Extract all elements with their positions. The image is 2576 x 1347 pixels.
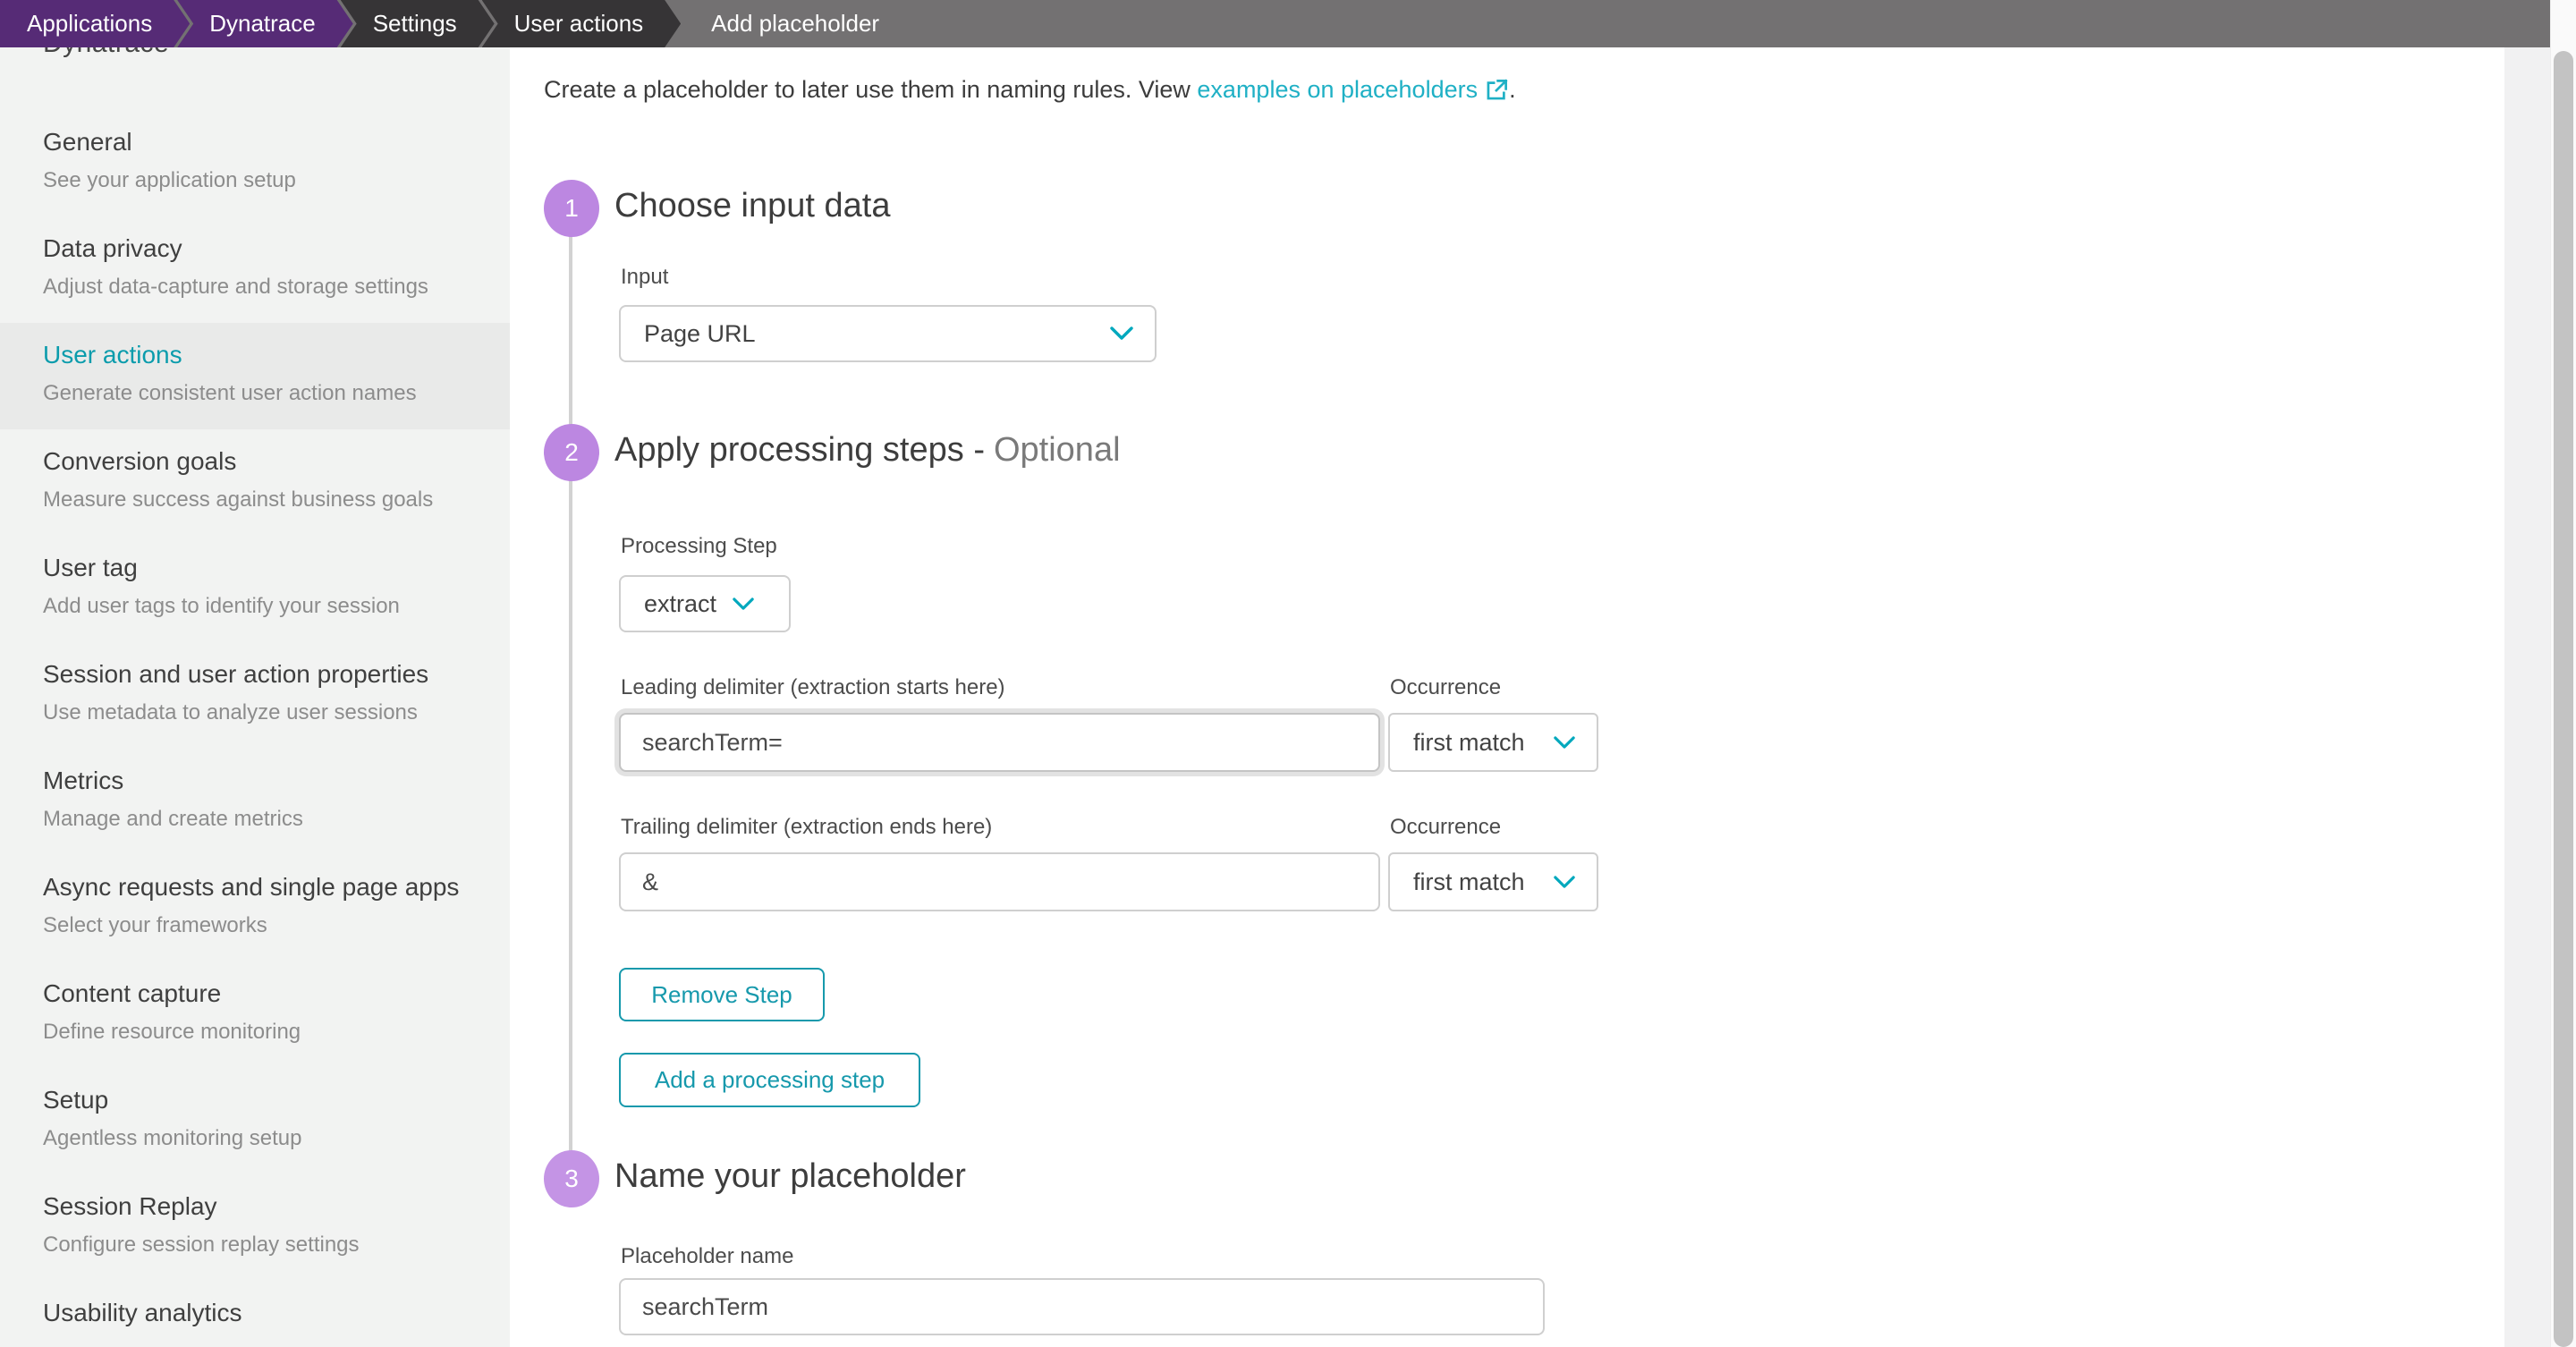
occurrence-select-1[interactable]: first match [1388,713,1598,772]
sidebar-item-user-actions[interactable]: User actions Generate consistent user act… [0,323,510,429]
breadcrumb-item-label: Dynatrace [209,10,316,37]
sidebar-item-title: Usability analytics [43,1299,242,1326]
sidebar-item-title: Conversion goals [43,447,237,475]
sidebar-header-clipped: Dynatrace [43,47,169,63]
processing-step-label: Processing Step [621,534,777,558]
sidebar-item-metrics[interactable]: Metrics Manage and create metrics [0,749,510,855]
settings-sidebar: Dynatrace General See your application se… [0,47,510,1347]
sidebar-item-title: Metrics [43,767,124,794]
occurrence-label-1: Occurrence [1390,675,1502,699]
sidebar-item-subtitle: Add user tags to identify your session [43,594,400,618]
sidebar-item-subtitle: See your application setup [43,168,296,192]
occurrence-label-2: Occurrence [1390,815,1502,839]
examples-link-label: examples on placeholders [1197,76,1479,103]
sidebar-item-title: Setup [43,1086,109,1114]
occurrence-value-2: first match [1413,868,1525,895]
sidebar-item-subtitle: Measure success against business goals [43,487,434,512]
sidebar-item-title: Session Replay [43,1192,217,1220]
step-connector-line [569,208,572,1178]
step-3-heading: Name your placeholder [614,1157,966,1196]
occurrence-value-1: first match [1413,728,1525,756]
scrollbar-thumb[interactable] [2554,51,2573,1347]
step-2-badge: 2 [544,424,599,481]
chevron-down-icon [1110,326,1133,340]
add-processing-step-button[interactable]: Add a processing step [619,1053,920,1107]
sidebar-item-async-requests-and-single-page-apps[interactable]: Async requests and single page apps Selec… [0,855,510,962]
step-1-heading: Choose input data [614,187,890,225]
leading-delimiter-label: Leading delimiter (extraction starts her… [621,675,1005,699]
sidebar-item-session-replay[interactable]: Session Replay Configure session replay s… [0,1174,510,1281]
add-placeholder-panel: Create a placeholder to later use them i… [510,47,2504,1347]
chevron-down-icon [1554,735,1575,749]
step-3-number: 3 [564,1165,579,1192]
breadcrumb: Applications Dynatrace Settings User action… [0,0,2551,47]
sidebar-item-title: Content capture [43,979,222,1007]
remove-step-button[interactable]: Remove Step [619,968,825,1021]
occurrence-select-2[interactable]: first match [1388,852,1598,911]
step-1-badge: 1 [544,180,599,237]
breadcrumb-item-settings[interactable]: Settings [341,0,495,47]
sidebar-item-conversion-goals[interactable]: Conversion goals Measure success against … [0,429,510,536]
sidebar-item-title: User actions [43,341,182,369]
input-label: Input [621,265,669,289]
sidebar-item-subtitle: Agentless monitoring setup [43,1126,302,1150]
leading-delimiter-input[interactable] [619,713,1380,772]
sidebar-item-title: General [43,128,132,156]
sidebar-item-subtitle: Use metadata to analyze user sessions [43,700,418,724]
sidebar-nav-list: General See your application setup Data pr… [0,110,510,1347]
sidebar-item-content-capture[interactable]: Content capture Define resource monitorin… [0,962,510,1068]
step-2-title: Apply processing steps - [614,431,985,469]
sidebar-item-subtitle: Define resource monitoring [43,1020,301,1044]
breadcrumb-item-label: Applications [27,10,153,37]
sidebar-item-subtitle: Adjust data-capture and storage settings [43,275,428,299]
trailing-delimiter-label: Trailing delimiter (extraction ends here… [621,815,993,839]
sidebar-item-subtitle: Manage and create metrics [43,807,303,831]
sidebar-item-setup[interactable]: Setup Agentless monitoring setup [0,1068,510,1174]
sidebar-header-label: Dynatrace [43,47,169,59]
step-1-number: 1 [564,194,579,222]
sidebar-item-subtitle: Generate consistent user action names [43,381,417,405]
breadcrumb-item-applications[interactable]: Applications [0,0,190,47]
sidebar-item-title: User tag [43,554,138,581]
breadcrumb-item-dynatrace[interactable]: Dynatrace [177,0,353,47]
step-1-title: Choose input data [614,187,891,224]
step-2-number: 2 [564,438,579,466]
content-right-gutter [2504,47,2551,1347]
processing-step-select[interactable]: extract [619,575,791,632]
placeholder-name-label: Placeholder name [621,1244,794,1268]
chevron-down-icon [733,597,754,610]
processing-step-value: extract [644,589,717,617]
vertical-scrollbar[interactable] [2550,0,2576,1347]
external-link-icon [1487,78,1508,99]
sidebar-item-data-privacy[interactable]: Data privacy Adjust data-capture and stor… [0,216,510,323]
breadcrumb-item-label: User actions [513,10,644,37]
intro-after: . [1509,76,1516,103]
sidebar-item-general[interactable]: General See your application setup [0,110,510,216]
step-3-title: Name your placeholder [614,1157,966,1195]
input-source-value: Page URL [644,319,756,347]
sidebar-item-session-and-user-action-properties[interactable]: Session and user action properties Use me… [0,642,510,749]
trailing-delimiter-input[interactable] [619,852,1380,911]
sidebar-item-subtitle: Select your frameworks [43,913,267,937]
sidebar-item-title: Session and user action properties [43,660,429,688]
chevron-down-icon [1554,875,1575,888]
sidebar-item-user-tag[interactable]: User tag Add user tags to identify your s… [0,536,510,642]
breadcrumb-item-user-actions[interactable]: User actions [482,0,682,47]
intro-before: Create a placeholder to later use them i… [544,76,1198,103]
sidebar-item-usability-analytics[interactable]: Usability analytics [0,1281,510,1347]
intro-text: Create a placeholder to later use them i… [544,72,1516,107]
breadcrumb-item-add-placeholder: Add placeholder [668,0,917,47]
step-3-badge: 3 [544,1150,599,1207]
step-2-heading: Apply processing steps - Optional [614,431,1121,470]
breadcrumb-item-label: Add placeholder [711,10,880,37]
input-source-select[interactable]: Page URL [619,305,1157,362]
sidebar-item-title: Async requests and single page apps [43,873,460,901]
breadcrumb-item-label: Settings [372,10,457,37]
sidebar-item-title: Data privacy [43,234,182,262]
step-2-optional-label: Optional [993,431,1121,469]
sidebar-item-subtitle: Configure session replay settings [43,1233,360,1257]
placeholder-name-input[interactable] [619,1278,1545,1335]
examples-on-placeholders-link[interactable]: examples on placeholders [1197,72,1509,107]
